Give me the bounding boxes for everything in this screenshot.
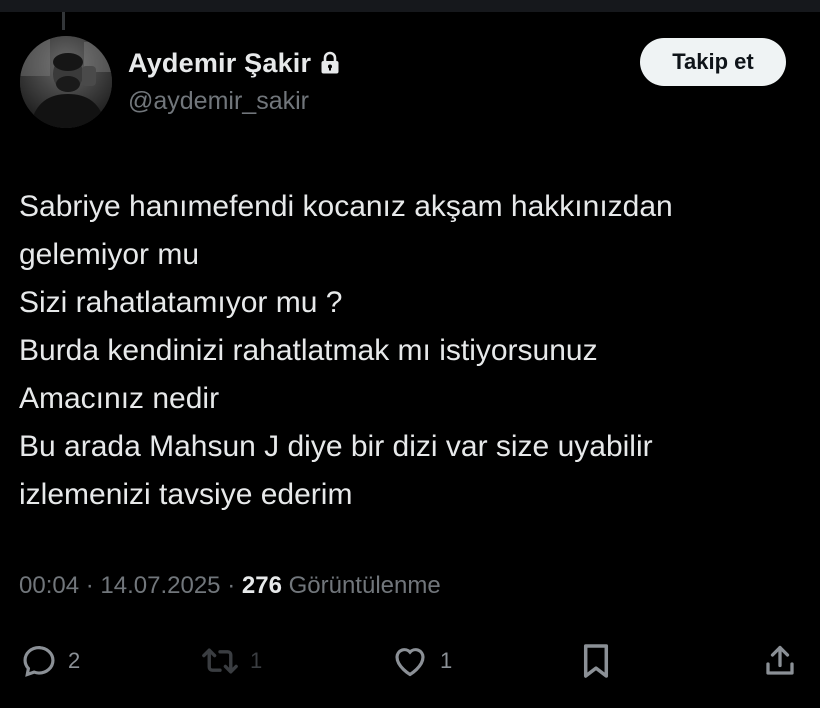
retweet-icon <box>202 648 238 674</box>
views-count: 276 <box>241 572 282 599</box>
avatar-photo <box>20 36 112 128</box>
tweet-text-line: Amacınız nedir <box>19 382 220 415</box>
tweet-text-line: izlemenizi tavsiye ederim <box>19 478 353 511</box>
like-count: 1 <box>440 648 453 673</box>
tweet-text-line: Sizi rahatlatamıyor mu ? <box>19 286 343 319</box>
retweet-count: 1 <box>250 648 263 673</box>
author-handle[interactable]: @aydemir_sakir <box>128 87 309 116</box>
like-button[interactable]: 1 <box>390 638 452 684</box>
thread-line <box>62 12 65 30</box>
follow-button[interactable]: Takip et <box>640 38 786 86</box>
tweet-text-line: Bu arada Mahsun J diye bir dizi var size… <box>19 430 653 463</box>
meta-separator: · <box>85 572 94 599</box>
heart-icon <box>395 648 425 677</box>
bookmark-button[interactable] <box>580 638 612 684</box>
retweet-button[interactable]: 1 <box>200 638 262 684</box>
author-display-name[interactable]: Aydemir Şakir <box>128 48 311 79</box>
meta-separator: · <box>227 572 236 599</box>
tweet-text: Sabriye hanımefendi kocanız akşam hakkın… <box>19 183 809 519</box>
top-strip <box>0 0 820 12</box>
tweet-meta: 00:04 · 14.07.2025 · 276 Görüntülenme <box>19 572 441 600</box>
reply-icon <box>23 645 55 677</box>
tweet-date[interactable]: 14.07.2025 <box>100 572 220 599</box>
share-icon <box>766 645 794 675</box>
action-bar: 2 1 1 <box>0 638 820 684</box>
lock-icon <box>319 51 341 75</box>
tweet-text-line: Sabriye hanımefendi kocanız akşam hakkın… <box>19 190 673 223</box>
tweet-time[interactable]: 00:04 <box>19 572 79 599</box>
reply-count: 2 <box>68 648 81 673</box>
avatar[interactable] <box>20 36 112 128</box>
reply-button[interactable]: 2 <box>20 638 80 684</box>
views-label: Görüntülenme <box>288 572 441 599</box>
share-button[interactable] <box>762 638 798 684</box>
bookmark-icon <box>583 644 609 678</box>
tweet-text-line: gelemiyor mu <box>19 238 200 271</box>
author-name-row[interactable]: Aydemir Şakir <box>128 46 341 80</box>
tweet-text-line: Burda kendinizi rahatlatmak mı istiyorsu… <box>19 334 598 367</box>
